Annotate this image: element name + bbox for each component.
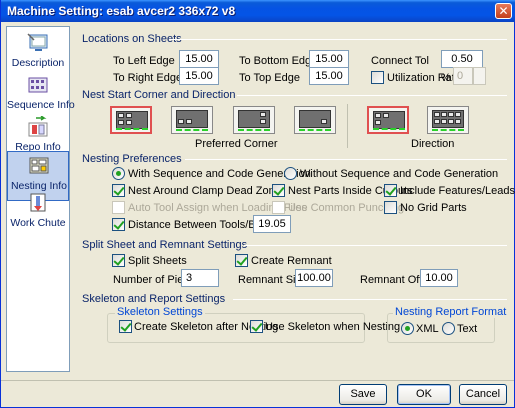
to-right-edge-label: To Right Edge xyxy=(113,72,183,84)
nest-parts-inside-checkbox[interactable] xyxy=(272,184,285,197)
create-remnant-label: Create Remnant xyxy=(251,255,332,267)
include-features-label: Include Features/Leads xyxy=(400,185,515,197)
section-header-locations: Locations on Sheets xyxy=(82,33,182,45)
to-left-edge-label: To Left Edge xyxy=(113,55,175,67)
use-common-punching-checkbox[interactable] xyxy=(272,201,285,214)
split-sheets-checkbox[interactable] xyxy=(112,254,125,267)
use-skeleton-checkbox[interactable] xyxy=(250,320,263,333)
distance-between-tools-checkbox[interactable] xyxy=(112,218,125,231)
preferred-corner-label: Preferred Corner xyxy=(195,138,278,150)
utilization-spinner[interactable] xyxy=(473,67,486,85)
text-label: Text xyxy=(457,323,478,335)
section-divider xyxy=(244,245,507,246)
create-skeleton-checkbox[interactable] xyxy=(119,320,132,333)
section-divider xyxy=(237,95,507,96)
split-sheets-label: Split Sheets xyxy=(128,255,187,267)
to-bottom-edge-field[interactable]: 15.00 xyxy=(309,50,349,68)
section-header-split-sheet: Split Sheet and Remnant Settings xyxy=(82,239,248,251)
connect-tol-field[interactable]: 0.50 xyxy=(441,50,483,68)
close-button[interactable]: ✕ xyxy=(495,3,512,19)
no-grid-parts-checkbox[interactable] xyxy=(384,201,397,214)
corner-option-top-left[interactable] xyxy=(110,106,152,134)
sidebar: Description Sequence Info Repo Info Nest… xyxy=(6,26,75,372)
nest-around-clamp-checkbox[interactable] xyxy=(112,184,125,197)
auto-tool-assign-checkbox[interactable] xyxy=(112,201,125,214)
sequence-info-icon xyxy=(28,77,48,93)
ok-button[interactable]: OK xyxy=(397,384,451,405)
corner-option-top-right[interactable] xyxy=(233,106,275,134)
sidebar-item-work-chute[interactable]: Work Chute xyxy=(7,189,69,241)
section-header-skeleton: Skeleton and Report Settings xyxy=(82,293,226,305)
machine-setting-dialog: Machine Setting: esab avcer2 336x72 v8 ✕… xyxy=(0,0,515,408)
connect-tol-label: Connect Tol xyxy=(371,55,429,67)
skeleton-settings-title: Skeleton Settings xyxy=(115,306,205,318)
section-header-nest-start: Nest Start Corner and Direction xyxy=(82,89,236,101)
with-sequence-radio[interactable] xyxy=(112,167,125,180)
footer-divider xyxy=(1,380,514,381)
include-features-checkbox[interactable] xyxy=(384,184,397,197)
to-top-edge-field[interactable]: 15.00 xyxy=(309,67,349,85)
corner-option-bottom-right[interactable] xyxy=(294,106,336,134)
nesting-report-format-title: Nesting Report Format xyxy=(393,306,509,318)
corner-option-bottom-left[interactable] xyxy=(171,106,213,134)
distance-between-tools-field[interactable]: 19.05 xyxy=(253,215,291,233)
title-prefix: Machine Setting: xyxy=(7,4,104,18)
create-remnant-checkbox[interactable] xyxy=(235,254,248,267)
corner-direction-divider xyxy=(347,104,348,148)
text-radio[interactable] xyxy=(442,322,455,335)
window-title: Machine Setting: esab avcer2 336x72 v8 xyxy=(7,4,235,18)
section-divider xyxy=(169,39,507,40)
without-sequence-radio[interactable] xyxy=(284,167,297,180)
utilization-ratio-checkbox[interactable] xyxy=(371,71,384,84)
sidebar-item-label: Work Chute xyxy=(10,217,66,229)
description-icon xyxy=(27,33,48,51)
to-bottom-edge-label: To Bottom Edge xyxy=(239,55,318,67)
no-grid-parts-label: No Grid Parts xyxy=(400,202,467,214)
use-skeleton-label: Use Skeleton when Nesting xyxy=(265,321,401,333)
direction-label: Direction xyxy=(411,138,455,150)
to-right-edge-field[interactable]: 15.00 xyxy=(179,67,219,85)
direction-option-horizontal[interactable] xyxy=(427,106,469,134)
utilization-unit-label: % xyxy=(441,72,451,84)
remnant-size-field[interactable]: 100.00 xyxy=(295,269,333,287)
section-header-nesting-preferences: Nesting Preferences xyxy=(82,153,182,165)
section-divider xyxy=(185,159,507,160)
xml-label: XML xyxy=(416,323,439,335)
title-machine-name: esab avcer2 336x72 v8 xyxy=(106,4,236,18)
nesting-info-icon xyxy=(29,157,49,174)
to-top-edge-label: To Top Edge xyxy=(239,72,300,84)
xml-radio[interactable] xyxy=(401,322,414,335)
title-bar[interactable]: Machine Setting: esab avcer2 336x72 v8 ✕ xyxy=(1,0,515,22)
sidebar-item-label: Sequence Info xyxy=(7,99,75,111)
utilization-ratio-label: Utilization Ratio xyxy=(387,72,464,84)
without-sequence-label: Without Sequence and Code Generation xyxy=(300,168,499,180)
section-divider xyxy=(233,299,507,300)
to-left-edge-field[interactable]: 15.00 xyxy=(179,50,219,68)
save-button[interactable]: Save xyxy=(339,384,387,405)
cancel-button[interactable]: Cancel xyxy=(459,384,507,405)
sidebar-item-label: Description xyxy=(11,57,65,69)
direction-option-vertical[interactable] xyxy=(367,106,409,134)
remnant-offset-field[interactable]: 10.00 xyxy=(420,269,458,287)
nest-around-clamp-label: Nest Around Clamp Dead Zone xyxy=(128,185,281,197)
utilization-ratio-field[interactable]: 0 xyxy=(453,67,473,85)
work-chute-icon xyxy=(30,193,46,212)
number-of-pieces-field[interactable]: 3 xyxy=(181,269,219,287)
repo-info-icon xyxy=(28,116,48,137)
